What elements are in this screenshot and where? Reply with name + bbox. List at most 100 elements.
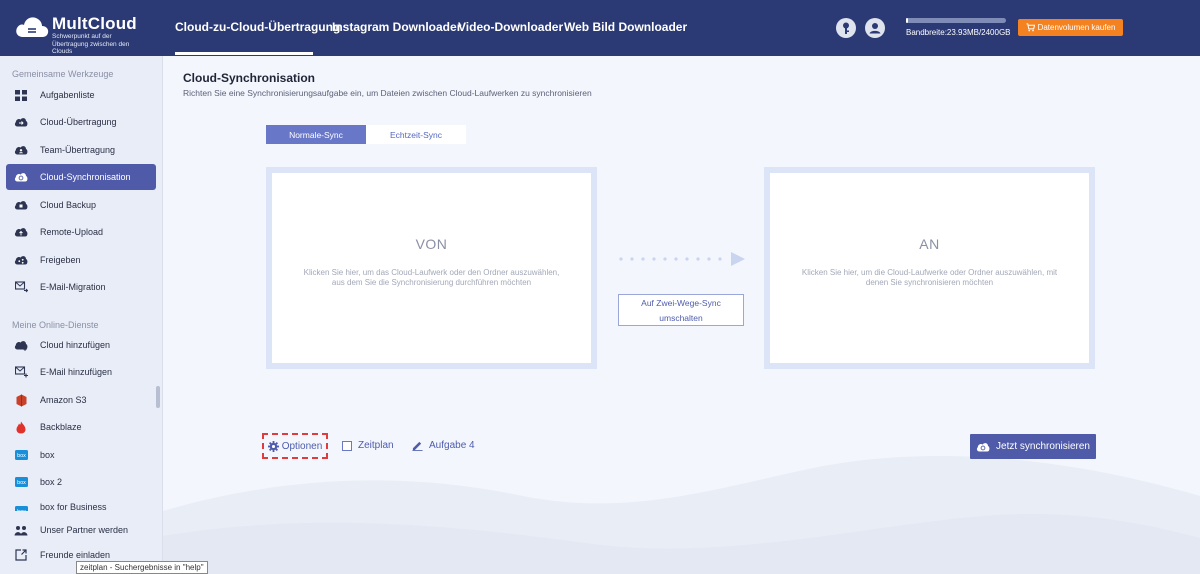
partner-icon (14, 523, 28, 537)
page-subtitle: Richten Sie eine Synchronisierungsaufgab… (183, 88, 592, 98)
share-icon (14, 253, 28, 267)
buy-data-volume-button[interactable]: Datenvolumen kaufen (1018, 19, 1123, 36)
sidebar-item-label: Aufgabenliste (40, 90, 95, 100)
schedule-checkbox-group[interactable]: Zeitplan (342, 440, 394, 451)
sidebar-item-label: E-Mail hinzufügen (40, 367, 113, 377)
schedule-checkbox[interactable] (342, 440, 352, 451)
nav-cloud-transfer[interactable]: Cloud-zu-Cloud-Übertragung (175, 20, 340, 34)
sidebar-item-label: Amazon S3 (40, 395, 87, 405)
bandwidth-bar (906, 18, 1006, 23)
sidebar-item-label: box (40, 450, 55, 460)
nav-active-indicator (175, 52, 313, 55)
sidebar-item-label: Team-Übertragung (40, 145, 116, 155)
sidebar-item-label: Unser Partner werden (40, 525, 129, 535)
box-icon: box (14, 504, 28, 511)
cloud-transfer-icon (14, 115, 28, 129)
sidebar-item-team-transfer[interactable]: Team-Übertragung (6, 137, 156, 163)
cloud-sync-icon (14, 170, 28, 184)
tab-realtime-sync[interactable]: Echtzeit-Sync (366, 125, 466, 144)
sidebar-item-cloud-backup[interactable]: Cloud Backup (6, 192, 156, 218)
brand-name[interactable]: MultCloud (52, 14, 137, 34)
sidebar-item-label: Cloud-Übertragung (40, 117, 117, 127)
sidebar-item-task-list[interactable]: Aufgabenliste (6, 82, 156, 108)
options-button[interactable]: Optionen (262, 433, 328, 459)
options-label: Optionen (281, 440, 323, 452)
amazon-s3-icon (14, 393, 28, 407)
sidebar-section-services: Meine Online-Dienste (12, 320, 99, 330)
email-migration-icon (14, 280, 28, 294)
target-description: Klicken Sie hier, um die Cloud-Laufwerke… (801, 268, 1058, 287)
gear-icon (267, 440, 279, 452)
nav-instagram-downloader[interactable]: Instagram Downloader (332, 20, 461, 34)
sidebar-item-box-business[interactable]: box box for Business (6, 497, 156, 511)
sidebar-item-become-partner[interactable]: Unser Partner werden (6, 517, 156, 543)
invite-icon (14, 548, 28, 562)
sidebar-item-label: Backblaze (40, 422, 82, 432)
buy-data-volume-label: Datenvolumen kaufen (1037, 23, 1116, 32)
toggle-two-way-sync-button[interactable]: Auf Zwei-Wege-Sync umschalten (618, 294, 744, 326)
sidebar-item-cloud-sync[interactable]: Cloud-Synchronisation (6, 164, 156, 190)
key-icon[interactable] (836, 18, 856, 38)
sidebar-item-label: box 2 (40, 477, 63, 487)
target-selector-area[interactable]: AN Klicken Sie hier, um die Cloud-Laufwe… (770, 173, 1089, 363)
nav-video-downloader[interactable]: Video-Downloader (458, 20, 563, 34)
remote-upload-icon (14, 225, 28, 239)
sidebar-item-label: Cloud-Synchronisation (40, 172, 131, 182)
source-selector-area[interactable]: VON Klicken Sie hier, um das Cloud-Laufw… (272, 173, 591, 363)
cloud-backup-icon (14, 198, 28, 212)
box-icon: box (14, 475, 28, 489)
brand-tagline: Schwerpunkt auf der Übertragung zwischen… (52, 33, 130, 55)
source-title: VON (415, 236, 448, 252)
sidebar-item-label: Freigeben (40, 255, 81, 265)
top-header: MultCloud Schwerpunkt auf der Übertragun… (0, 0, 1200, 56)
sidebar-item-box[interactable]: box box (6, 442, 156, 468)
backblaze-icon (14, 420, 28, 434)
sidebar-item-cloud-transfer[interactable]: Cloud-Übertragung (6, 109, 156, 135)
sidebar-item-label: box for Business (40, 502, 107, 511)
team-transfer-icon (14, 143, 28, 157)
sidebar-item-label: E-Mail-Migration (40, 282, 106, 292)
sidebar: Gemeinsame Werkzeuge Aufgabenliste Cloud… (0, 56, 163, 574)
sidebar-item-add-cloud[interactable]: Cloud hinzufügen (6, 332, 156, 358)
sidebar-item-label: Cloud hinzufügen (40, 340, 111, 350)
task-name-edit[interactable]: Aufgabe 4 (412, 440, 475, 451)
sidebar-scrollbar[interactable] (156, 386, 160, 408)
two-way-label-line2: umschalten (659, 313, 703, 323)
sync-direction-arrow-icon (619, 252, 745, 266)
target-title: AN (919, 236, 940, 252)
schedule-label: Zeitplan (358, 440, 394, 451)
sidebar-item-label: Remote-Upload (40, 227, 104, 237)
cart-icon (1026, 23, 1035, 32)
sidebar-item-share[interactable]: Freigeben (6, 247, 156, 273)
source-selector-panel[interactable]: VON Klicken Sie hier, um das Cloud-Laufw… (266, 167, 597, 369)
page-title: Cloud-Synchronisation (183, 71, 315, 85)
sidebar-item-label: Freunde einladen (40, 550, 111, 560)
sidebar-item-backblaze[interactable]: Backblaze (6, 414, 156, 440)
sidebar-item-remote-upload[interactable]: Remote-Upload (6, 219, 156, 245)
sidebar-item-amazon-s3[interactable]: Amazon S3 (6, 387, 156, 413)
main-content: Cloud-Synchronisation Richten Sie eine S… (163, 56, 1200, 574)
email-add-icon (14, 365, 28, 379)
task-name-label: Aufgabe 4 (429, 440, 475, 451)
user-icon[interactable] (865, 18, 885, 38)
sidebar-item-email-migration[interactable]: E-Mail-Migration (6, 274, 156, 300)
cloud-sync-icon (976, 442, 990, 451)
multcloud-logo-icon[interactable] (14, 14, 50, 40)
pencil-icon (412, 441, 423, 451)
box-icon: box (14, 448, 28, 462)
svg-text:box: box (16, 509, 25, 511)
sidebar-item-add-email[interactable]: E-Mail hinzufügen (6, 359, 156, 385)
nav-web-image-downloader[interactable]: Web Bild Downloader (564, 20, 687, 34)
target-selector-panel[interactable]: AN Klicken Sie hier, um die Cloud-Laufwe… (764, 167, 1095, 369)
sidebar-item-box-2[interactable]: box box 2 (6, 469, 156, 495)
two-way-label-line1: Auf Zwei-Wege-Sync (641, 298, 721, 308)
sync-now-label: Jetzt synchronisieren (996, 441, 1090, 452)
svg-text:box: box (16, 480, 25, 486)
svg-text:box: box (16, 453, 25, 459)
grid-icon (14, 88, 28, 102)
tab-normal-sync[interactable]: Normale-Sync (266, 125, 366, 144)
tooltip: zeitplan - Suchergebnisse in "help" (76, 561, 208, 574)
sync-now-button[interactable]: Jetzt synchronisieren (970, 434, 1096, 459)
cloud-add-icon (14, 338, 28, 352)
bandwidth-label: Bandbreite:23.93MB/2400GB (906, 28, 1011, 37)
